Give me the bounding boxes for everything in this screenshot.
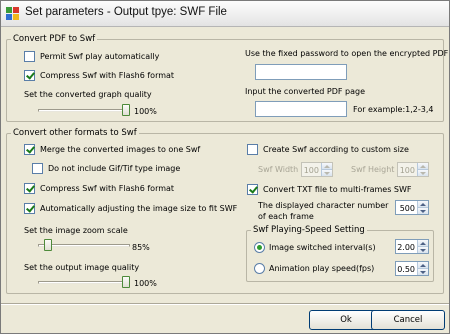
fps-label: Animation play speed(fps) [269, 264, 375, 273]
speed-group-legend: Swf Playing-Speed Setting [253, 225, 365, 235]
spin-down-icon[interactable] [418, 207, 428, 214]
spin-down-icon[interactable] [418, 169, 428, 176]
img-quality-value: 100% [134, 279, 157, 288]
slider-track [38, 281, 130, 284]
fps-spinner[interactable]: 0.50 [395, 261, 429, 276]
slider-track [38, 109, 130, 112]
slider-thumb[interactable] [44, 239, 52, 251]
chars-label: The displayed character number of each f… [258, 201, 389, 221]
slider-thumb[interactable] [122, 276, 130, 288]
footer-divider [1, 303, 449, 305]
spinner-arrows[interactable] [417, 262, 428, 275]
spin-down-icon[interactable] [418, 246, 428, 253]
pdf-compress-checkbox[interactable] [24, 70, 35, 81]
height-spinner[interactable]: 100 [397, 162, 429, 177]
chars-value: 500 [399, 204, 415, 213]
interval-value: 2.00 [397, 243, 415, 252]
permit-autoplay-label: Permit Swf play automatically [40, 52, 160, 61]
spinner-arrows[interactable] [417, 163, 428, 176]
password-input[interactable] [255, 64, 347, 80]
pdf-quality-value: 100% [134, 107, 157, 116]
window-title: Set parameters - Output tpye: SWF File [25, 6, 227, 18]
pdf-quality-label: Set the converted graph quality [24, 90, 152, 99]
spin-down-icon[interactable] [418, 268, 428, 275]
custom-size-label: Create Swf according to custom size [263, 145, 409, 154]
spin-down-icon[interactable] [322, 169, 332, 176]
app-icon [6, 7, 19, 20]
page-input[interactable] [255, 101, 347, 117]
convert-txt-checkbox[interactable] [247, 184, 258, 195]
interval-spinner[interactable]: 2.00 [395, 239, 429, 254]
pdf-compress-label: Compress Swf with Flash6 format [40, 71, 175, 80]
settings-dialog: Set parameters - Output tpye: SWF File C… [0, 0, 450, 334]
interval-label: Image switched interval(s) [269, 243, 376, 252]
auto-adjust-checkbox[interactable] [24, 203, 35, 214]
merge-label: Merge the converted images to one Swf [40, 145, 201, 154]
interval-radio[interactable] [254, 242, 265, 253]
fps-value: 0.50 [397, 265, 415, 274]
spinner-arrows[interactable] [417, 240, 428, 253]
spinner-arrows[interactable] [417, 201, 428, 214]
slider-thumb[interactable] [122, 104, 130, 116]
custom-size-checkbox[interactable] [247, 144, 258, 155]
title-bar: Set parameters - Output tpye: SWF File [1, 1, 449, 27]
zoom-value: 85% [132, 243, 150, 252]
height-label: Swf Height [351, 165, 395, 174]
other-compress-label: Compress Swf with Flash6 format [40, 184, 175, 193]
width-value: 100 [303, 166, 319, 175]
img-quality-slider[interactable] [38, 276, 130, 288]
page-label: Input the converted PDF page [245, 87, 366, 96]
pdf-group-legend: Convert PDF to Swf [13, 34, 96, 44]
other-group-legend: Convert other formats to Swf [13, 128, 137, 138]
password-label: Use the fixed password to open the encry… [245, 49, 449, 58]
width-label: Swf Width [258, 165, 299, 174]
zoom-label: Set the image zoom scale [24, 226, 128, 235]
merge-checkbox[interactable] [24, 144, 35, 155]
width-spinner[interactable]: 100 [301, 162, 333, 177]
no-gif-checkbox[interactable] [32, 163, 43, 174]
permit-autoplay-checkbox[interactable] [24, 51, 35, 62]
no-gif-label: Do not include Gif/Tif type image [48, 164, 181, 173]
other-compress-checkbox[interactable] [24, 183, 35, 194]
auto-adjust-label: Automatically adjusting the image size t… [40, 204, 238, 213]
page-example: For example:1,2-3,4 [353, 105, 434, 114]
img-quality-label: Set the output image quality [24, 263, 140, 272]
chars-spinner[interactable]: 500 [395, 200, 429, 215]
height-value: 100 [399, 166, 415, 175]
zoom-slider[interactable] [38, 239, 130, 251]
convert-txt-label: Convert TXT file to multi-frames SWF [263, 185, 412, 194]
fps-radio[interactable] [254, 263, 265, 274]
pdf-quality-slider[interactable] [38, 104, 130, 116]
spinner-arrows[interactable] [321, 163, 332, 176]
cancel-button[interactable]: Cancel [371, 310, 445, 330]
